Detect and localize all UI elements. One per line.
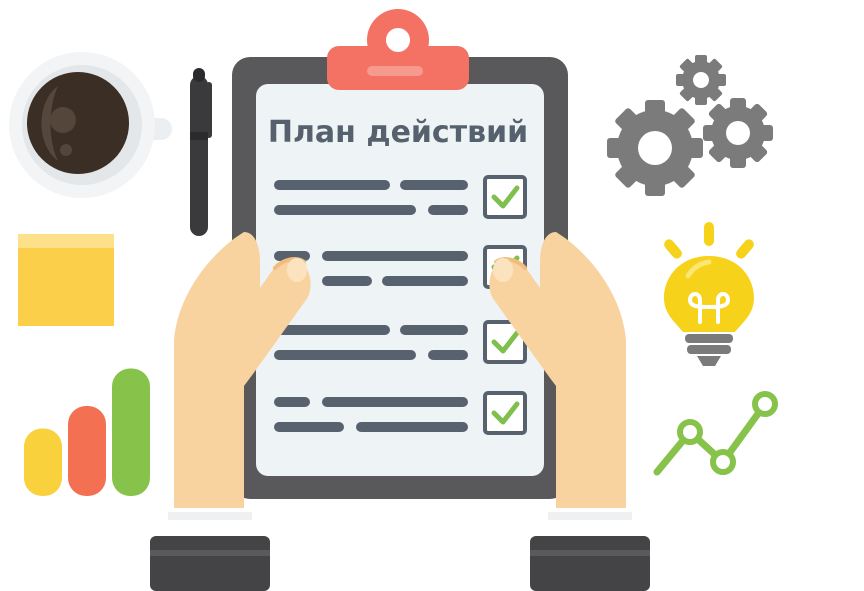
chart-bar [68, 406, 106, 496]
coffee-cup-icon [9, 52, 172, 198]
gears-icon [607, 55, 773, 196]
sticky-note-icon [18, 234, 114, 326]
chart-bar [112, 368, 150, 496]
trend-line-icon [653, 391, 778, 476]
checkbox-checked-icon [483, 391, 527, 435]
clipboard-title: План действий [268, 115, 528, 150]
gear-large-icon [607, 100, 703, 196]
checkbox-checked-icon [483, 175, 527, 219]
light-bulb-icon [664, 222, 754, 366]
bar-chart-icon [24, 368, 150, 496]
clipboard: План действий [232, 9, 568, 499]
gear-medium-icon [703, 98, 773, 168]
chart-bar [24, 428, 62, 496]
action-plan-illustration: План действий [9, 9, 778, 591]
clipboard-clip [327, 9, 469, 90]
pen-icon [190, 68, 212, 236]
gear-small-icon [676, 55, 726, 105]
